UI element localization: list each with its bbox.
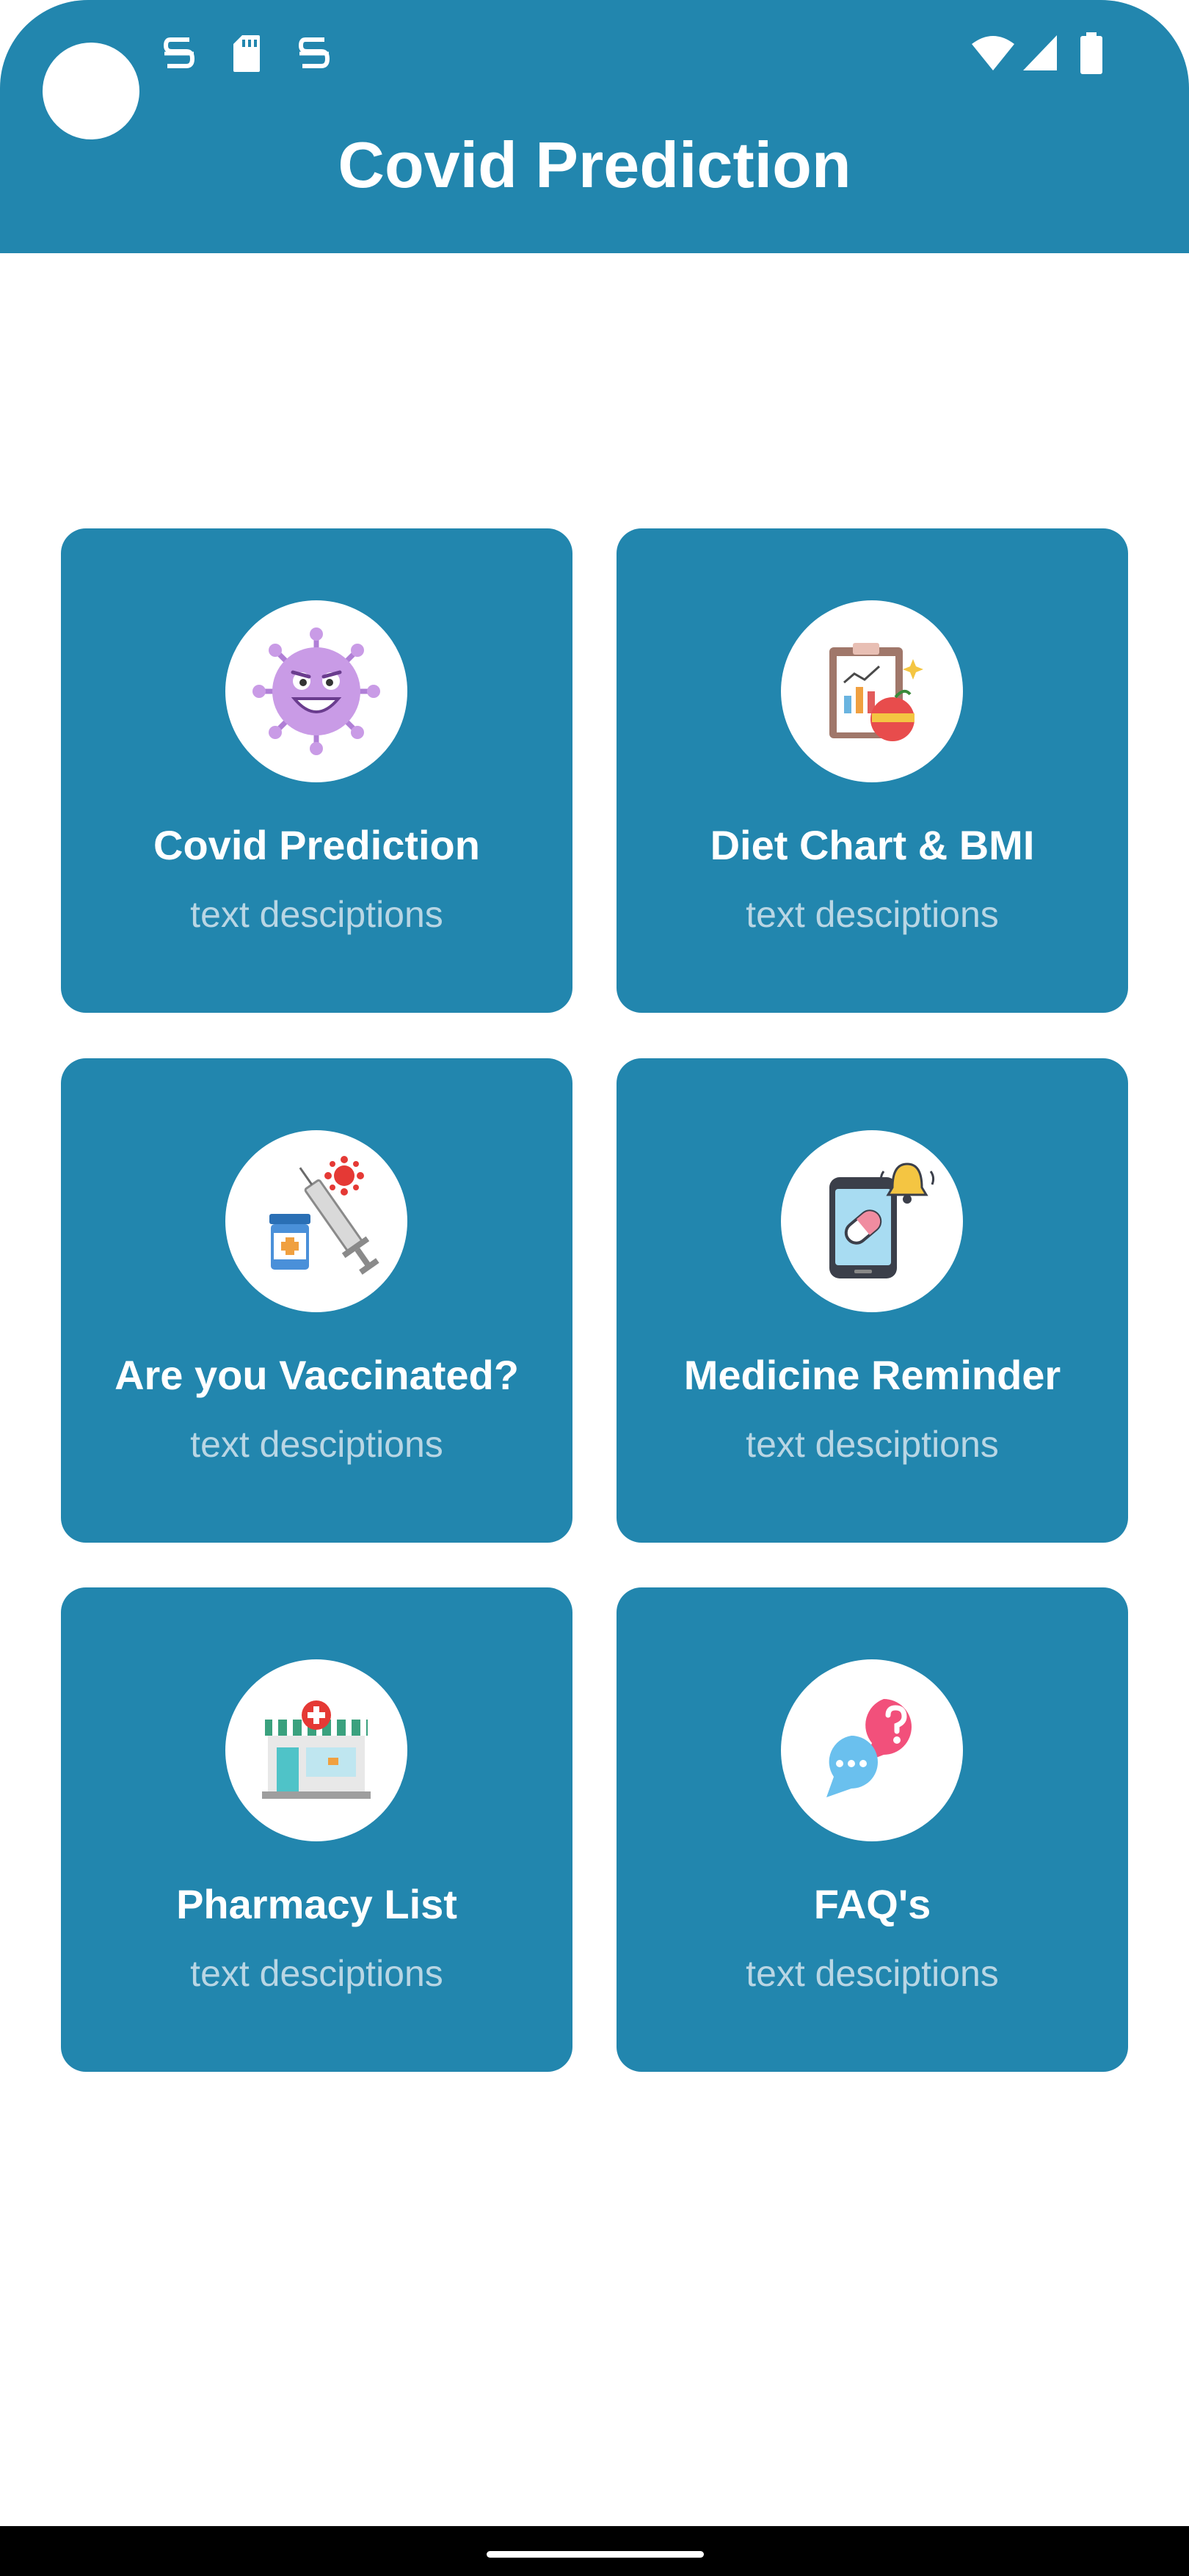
card-description: text desciptions: [746, 894, 999, 935]
card-title: Covid Prediction: [153, 822, 480, 868]
card-icon-circle: [781, 600, 963, 782]
faq-icon: [826, 1699, 912, 1797]
card-description: text desciptions: [746, 1953, 999, 1994]
card-diet-chart-bmi[interactable]: Diet Chart & BMI text desciptions: [617, 528, 1128, 1013]
diet-chart-icon: [829, 643, 923, 741]
card-covid-prediction[interactable]: Covid Prediction text desciptions: [61, 528, 572, 1013]
card-description: text desciptions: [190, 1953, 443, 1994]
card-title: FAQ's: [813, 1881, 931, 1927]
card-title: Diet Chart & BMI: [710, 822, 1035, 868]
card-vaccinated[interactable]: Are you Vaccinated? text desciptions: [61, 1058, 572, 1543]
card-description: text desciptions: [190, 894, 443, 935]
card-medicine-reminder[interactable]: Medicine Reminder text desciptions: [617, 1058, 1128, 1543]
card-description: text desciptions: [190, 1424, 443, 1465]
virus-icon: [252, 627, 380, 755]
card-title: Are you Vaccinated?: [114, 1352, 519, 1398]
card-pharmacy-list[interactable]: Pharmacy List text desciptions: [61, 1587, 572, 2072]
feature-grid: Covid Prediction text desciptions Diet C…: [0, 0, 1189, 2576]
pharmacy-icon: [262, 1700, 371, 1799]
vaccine-icon: [269, 1156, 379, 1275]
card-icon-circle: [781, 1130, 963, 1312]
card-title: Pharmacy List: [176, 1881, 457, 1927]
card-icon-circle: [225, 1130, 407, 1312]
gesture-handle[interactable]: [487, 2551, 704, 2558]
medicine-reminder-icon: [829, 1163, 935, 1278]
card-icon-circle: [225, 1659, 407, 1841]
card-title: Medicine Reminder: [683, 1352, 1061, 1398]
card-faqs[interactable]: FAQ's text desciptions: [617, 1587, 1128, 2072]
card-description: text desciptions: [746, 1424, 999, 1465]
card-icon-circle: [781, 1659, 963, 1841]
card-icon-circle: [225, 600, 407, 782]
